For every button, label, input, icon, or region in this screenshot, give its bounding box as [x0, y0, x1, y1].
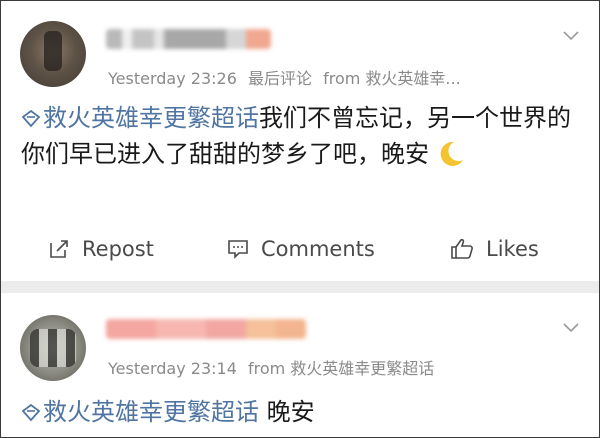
repost-button[interactable]: Repost [48, 237, 154, 261]
likes-label: Likes [486, 237, 539, 261]
username-blurred[interactable] [106, 29, 271, 49]
repost-label: Repost [82, 237, 154, 261]
post-meta: Yesterday 23:14 from 救火英雄幸更繁超话 [108, 355, 440, 379]
topic-diamond-icon [21, 110, 41, 128]
comment-icon [228, 240, 248, 259]
post-text: 救火英雄幸更繁超话我们不曾忘记，另一个世界的你们早已进入了甜甜的梦乡了吧，晚安 [21, 100, 586, 172]
chevron-down-icon[interactable] [563, 27, 579, 43]
topic-link[interactable]: 救火英雄幸更繁超话 [21, 104, 259, 132]
username-blurred[interactable] [106, 319, 306, 339]
post-source[interactable]: from 救火英雄幸... [323, 69, 461, 88]
likes-button[interactable]: Likes [450, 237, 539, 261]
comments-button[interactable]: Comments [227, 237, 375, 261]
topic-label[interactable]: 救火英雄幸更繁超话 [43, 104, 259, 132]
avatar[interactable] [20, 315, 86, 381]
post-meta: Yesterday 23:26 最后评论 from 救火英雄幸... [108, 65, 467, 89]
like-icon [451, 238, 473, 259]
post-card: Yesterday 23:26 最后评论 from 救火英雄幸... 救火英雄幸… [1, 1, 599, 281]
post-actions: Repost Comments Likes [1, 229, 599, 269]
post-time: Yesterday 23:14 [108, 359, 237, 378]
post-last-comment-label: 最后评论 [247, 69, 312, 88]
app-frame: Yesterday 23:26 最后评论 from 救火英雄幸... 救火英雄幸… [0, 0, 600, 438]
topic-label[interactable]: 救火英雄幸更繁超话 [43, 398, 259, 426]
topic-link[interactable]: 救火英雄幸更繁超话 [21, 398, 259, 426]
post-text: 救火英雄幸更繁超话 晚安 [21, 394, 586, 430]
post-time: Yesterday 23:26 [108, 69, 237, 88]
comments-label: Comments [261, 237, 375, 261]
chevron-down-icon[interactable] [563, 319, 579, 335]
crescent-moon-icon [440, 141, 463, 166]
repost-icon [50, 240, 68, 258]
topic-diamond-icon [21, 404, 41, 422]
post-source[interactable]: from 救火英雄幸更繁超话 [248, 359, 434, 378]
avatar-image [30, 329, 76, 367]
avatar-image [44, 31, 62, 71]
avatar[interactable] [20, 21, 86, 87]
post-body: 晚安 [259, 398, 315, 426]
